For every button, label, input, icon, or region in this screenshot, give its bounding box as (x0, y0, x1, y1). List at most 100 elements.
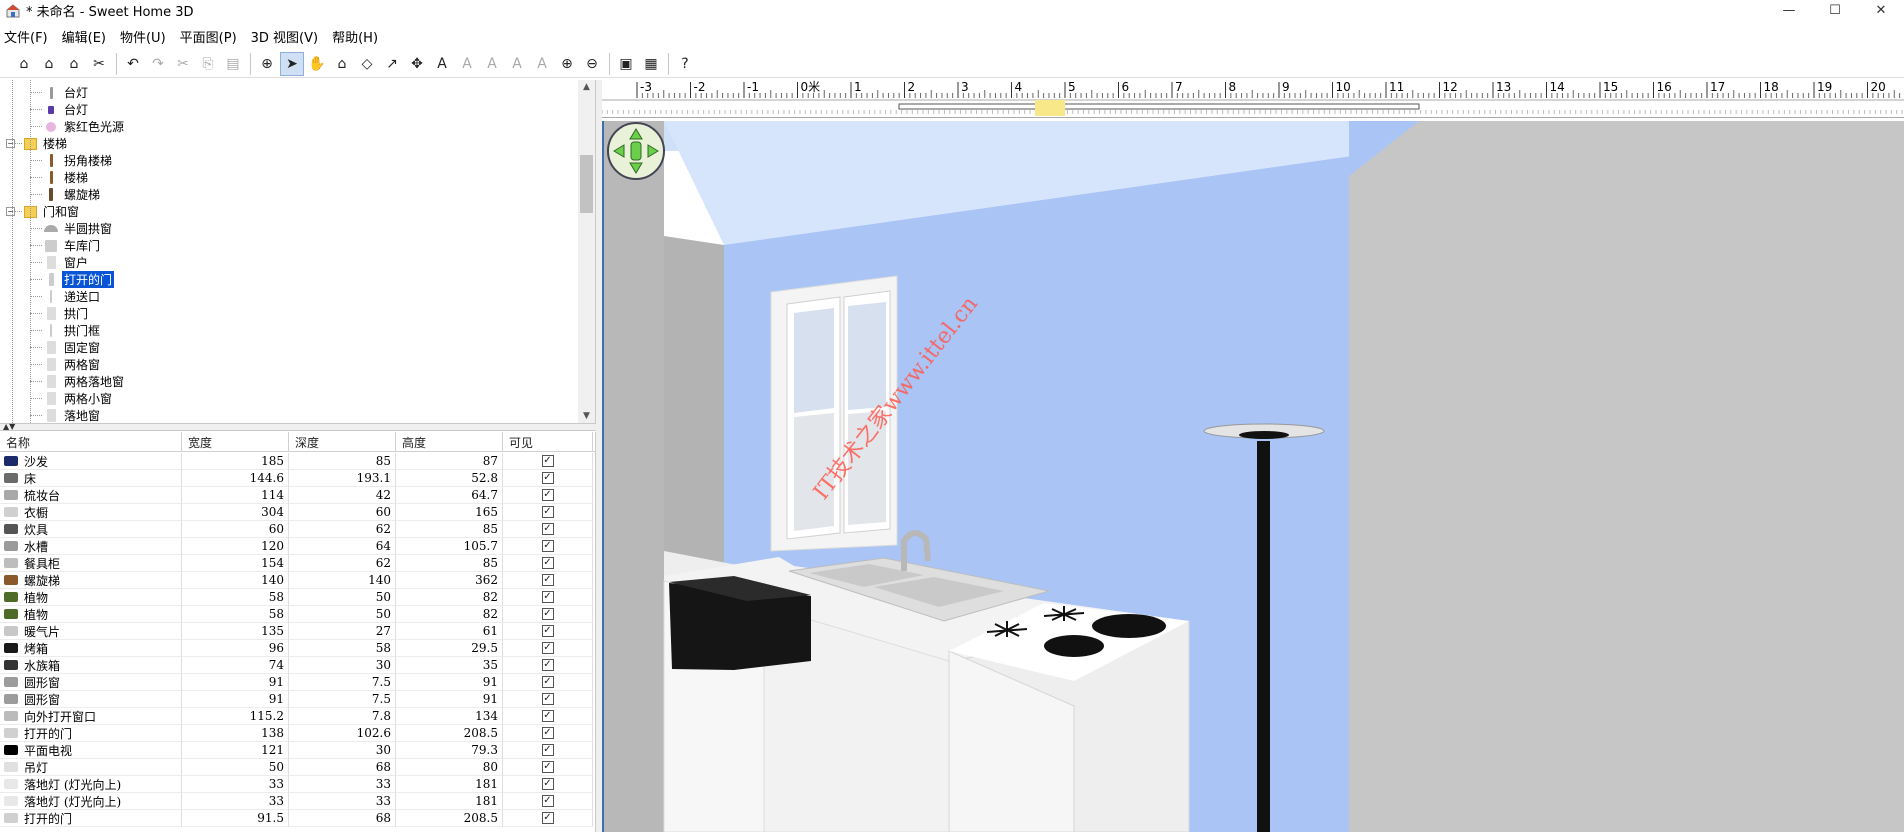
save-icon[interactable]: ⌂ (62, 52, 86, 76)
table-row[interactable]: 圆形窗 91 7.5 91 ✓ (0, 674, 595, 691)
menu-item-5[interactable]: 帮助(H) (332, 27, 378, 46)
table-row[interactable]: 平面电视 121 30 79.3 ✓ (0, 742, 595, 759)
help-icon[interactable]: ? (673, 52, 697, 76)
visible-checkbox[interactable]: ✓ (541, 761, 554, 773)
visible-checkbox[interactable]: ✓ (541, 591, 554, 603)
table-row[interactable]: 暖气片 135 27 61 ✓ (0, 623, 595, 640)
catalog-item[interactable]: 窗户 (43, 254, 90, 271)
visible-checkbox[interactable]: ✓ (541, 472, 554, 484)
visible-checkbox[interactable]: ✓ (541, 710, 554, 722)
horizontal-splitter[interactable]: ▲▼ (0, 422, 596, 431)
scroll-up-icon[interactable]: ▲ (578, 80, 595, 94)
column-header-1[interactable]: 宽度 (182, 432, 289, 452)
scrollbar-thumb[interactable] (580, 155, 593, 213)
menu-item-4[interactable]: 3D 视图(V) (251, 27, 318, 46)
create-video-icon[interactable]: ▦ (639, 52, 663, 76)
menu-item-0[interactable]: 文件(F) (4, 27, 48, 46)
furniture-catalog-tree[interactable]: 台灯 台灯 紫红色光源 楼梯 − 拐角楼梯 楼梯 螺旋梯 门和窗 − 半圆拱窗 车库门 窗户 打开的门 递送… (0, 80, 596, 423)
table-row[interactable]: 植物 58 50 82 ✓ (0, 589, 595, 606)
add-text-icon[interactable]: A (430, 52, 454, 76)
catalog-item[interactable]: 台灯 (43, 84, 90, 101)
menu-item-2[interactable]: 物件(U) (120, 27, 166, 46)
catalog-item[interactable]: 车库门 (43, 237, 102, 254)
catalog-item[interactable]: 台灯 (43, 101, 90, 118)
create-photo-icon[interactable]: ▣ (614, 52, 638, 76)
zoom-in-icon[interactable]: ⊕ (555, 52, 579, 76)
catalog-item[interactable]: 半圆拱窗 (43, 220, 114, 237)
bold-text-icon[interactable]: A (505, 52, 529, 76)
catalog-item[interactable]: 拱门框 (43, 322, 102, 339)
visible-checkbox[interactable]: ✓ (541, 693, 554, 705)
visible-checkbox[interactable]: ✓ (541, 540, 554, 552)
add-furniture-icon[interactable]: ⊕ (255, 52, 279, 76)
italic-text-icon[interactable]: A (530, 52, 554, 76)
catalog-item[interactable]: 拐角楼梯 (43, 152, 114, 169)
catalog-item[interactable]: 楼梯 (43, 169, 90, 186)
column-header-3[interactable]: 高度 (396, 432, 503, 452)
column-header-0[interactable]: 名称 (0, 432, 182, 452)
splitter-arrows-icon[interactable]: ▲▼ (3, 422, 15, 431)
catalog-item[interactable]: 两格小窗 (43, 390, 114, 407)
visible-checkbox[interactable]: ✓ (541, 489, 554, 501)
select-mode-icon[interactable]: ➤ (280, 51, 304, 76)
visible-checkbox[interactable]: ✓ (541, 608, 554, 620)
menu-item-1[interactable]: 编辑(E) (62, 27, 106, 46)
visible-checkbox[interactable]: ✓ (541, 744, 554, 756)
table-row[interactable]: 沙发 185 85 87 ✓ (0, 453, 595, 470)
table-row[interactable]: 圆形窗 91 7.5 91 ✓ (0, 691, 595, 708)
catalog-scrollbar[interactable]: ▲ ▼ (578, 80, 595, 423)
table-row[interactable]: 炊具 60 62 85 ✓ (0, 521, 595, 538)
menu-item-3[interactable]: 平面图(P) (180, 27, 237, 46)
visible-checkbox[interactable]: ✓ (541, 727, 554, 739)
preferences-icon[interactable]: ✂ (87, 52, 111, 76)
collapse-toggle-icon[interactable]: − (6, 139, 15, 148)
visible-checkbox[interactable]: ✓ (541, 659, 554, 671)
zoom-out-icon[interactable]: ⊖ (580, 52, 604, 76)
catalog-item[interactable]: 拱门 (43, 305, 90, 322)
table-row[interactable]: 梳妆台 114 42 64.7 ✓ (0, 487, 595, 504)
visible-checkbox[interactable]: ✓ (541, 455, 554, 467)
catalog-item[interactable]: 两格窗 (43, 356, 102, 373)
catalog-item[interactable]: 打开的门 (43, 270, 116, 289)
create-rooms-icon[interactable]: ◇ (355, 52, 379, 76)
create-walls-icon[interactable]: ⌂ (330, 52, 354, 76)
table-row[interactable]: 螺旋梯 140 140 362 ✓ (0, 572, 595, 589)
navigation-arrows-icon[interactable] (607, 122, 665, 180)
table-row[interactable]: 打开的门 138 102.6 208.5 ✓ (0, 725, 595, 742)
create-polylines-icon[interactable]: ↗ (380, 52, 404, 76)
table-row[interactable]: 衣橱 304 60 165 ✓ (0, 504, 595, 521)
copy-icon[interactable]: ⎘ (196, 52, 220, 76)
maximize-icon[interactable]: ☐ (1812, 0, 1858, 21)
scroll-down-icon[interactable]: ▼ (578, 409, 595, 423)
create-dimensions-icon[interactable]: ✥ (405, 52, 429, 76)
table-row[interactable]: 烤箱 96 58 29.5 ✓ (0, 640, 595, 657)
catalog-item[interactable]: 落地窗 (43, 407, 102, 423)
3d-view[interactable]: IT技术之家www.ittel.cn (602, 121, 1904, 832)
catalog-item[interactable]: 固定窗 (43, 339, 102, 356)
undo-icon[interactable]: ↶ (121, 52, 145, 76)
table-row[interactable]: 打开的门 91.5 68 208.5 ✓ (0, 810, 595, 827)
pan-mode-icon[interactable]: ✋ (305, 52, 329, 76)
catalog-item[interactable]: 螺旋梯 (43, 186, 102, 203)
catalog-item[interactable]: 递送口 (43, 288, 102, 305)
column-header-4[interactable]: 可见 (503, 432, 593, 452)
table-row[interactable]: 吊灯 50 68 80 ✓ (0, 759, 595, 776)
visible-checkbox[interactable]: ✓ (541, 574, 554, 586)
minimize-icon[interactable]: — (1766, 0, 1812, 21)
table-row[interactable]: 落地灯 (灯光向上) 33 33 181 ✓ (0, 776, 595, 793)
cut-icon[interactable]: ✂ (171, 52, 195, 76)
table-row[interactable]: 落地灯 (灯光向上) 33 33 181 ✓ (0, 793, 595, 810)
decrease-text-icon[interactable]: A (480, 52, 504, 76)
visible-checkbox[interactable]: ✓ (541, 557, 554, 569)
table-row[interactable]: 向外打开窗口 115.2 7.8 134 ✓ (0, 708, 595, 725)
catalog-item[interactable]: 两格落地窗 (43, 373, 126, 390)
furniture-list-table[interactable]: 名称 宽度 深度 高度 可见 沙发 185 85 87 ✓ 床 144.6 193.1 52.8 ✓ 梳妆台… (0, 432, 596, 832)
table-row[interactable]: 餐具柜 154 62 85 ✓ (0, 555, 595, 572)
visible-checkbox[interactable]: ✓ (541, 795, 554, 807)
visible-checkbox[interactable]: ✓ (541, 778, 554, 790)
table-row[interactable]: 植物 58 50 82 ✓ (0, 606, 595, 623)
column-header-2[interactable]: 深度 (289, 432, 396, 452)
paste-icon[interactable]: ▤ (221, 52, 245, 76)
collapse-toggle-icon[interactable]: − (6, 207, 15, 216)
close-icon[interactable]: ✕ (1858, 0, 1904, 21)
